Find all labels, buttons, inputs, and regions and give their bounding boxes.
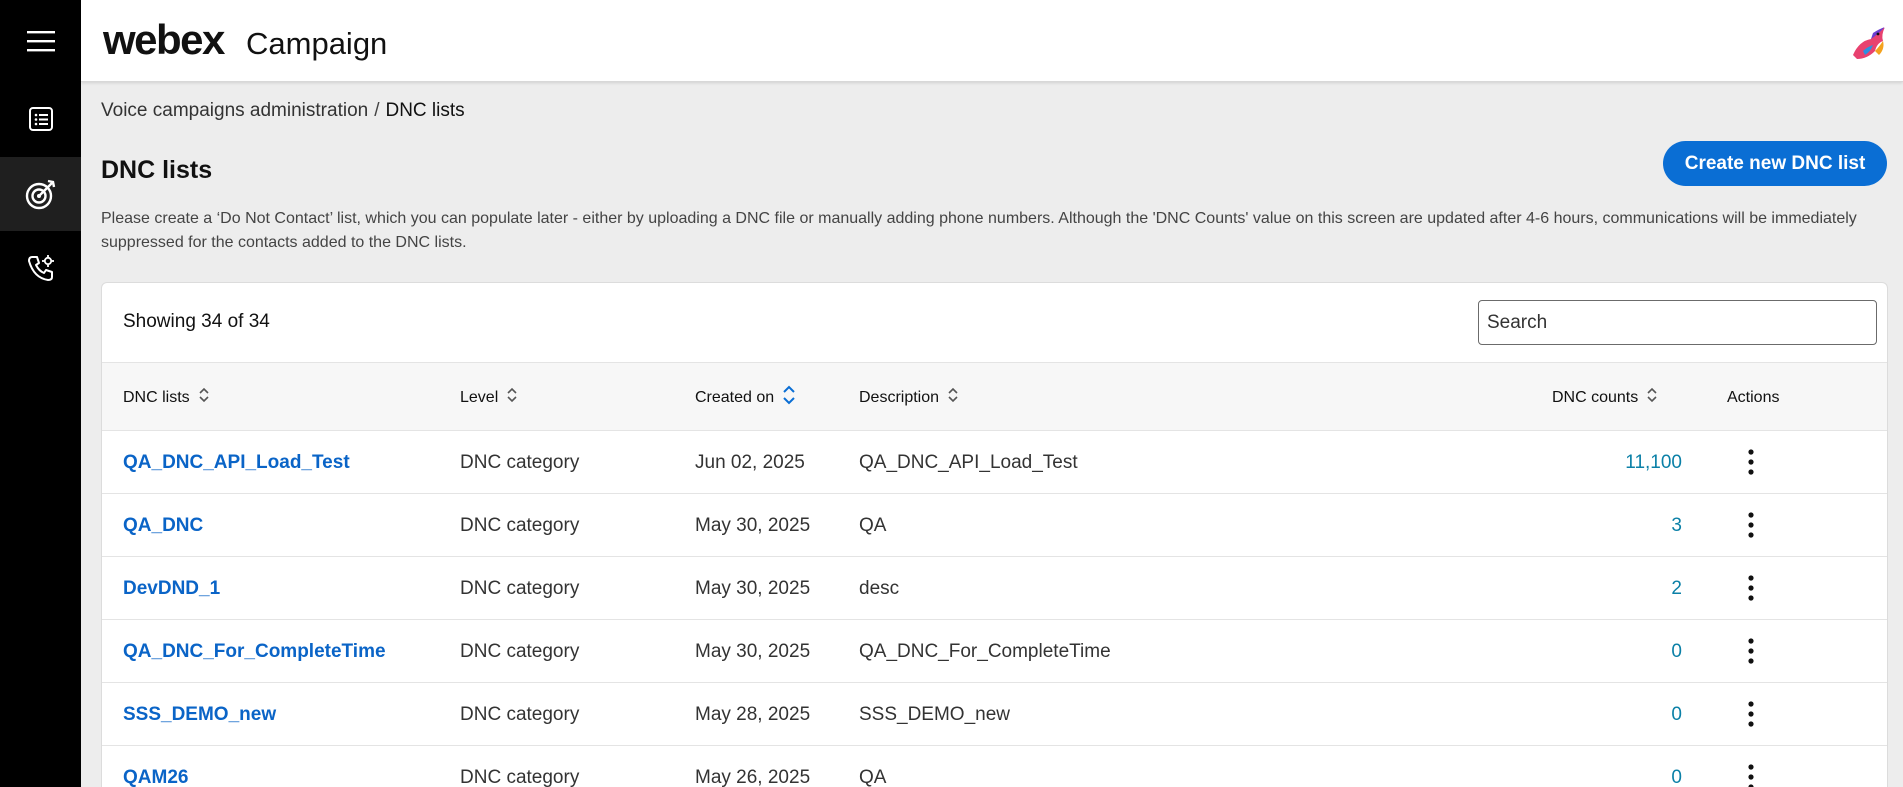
column-header-label: Description xyxy=(859,388,940,406)
sidebar-item-voice-settings[interactable] xyxy=(0,231,81,305)
table-header: DNC lists Level Created on Description D… xyxy=(102,362,1887,431)
breadcrumb-parent-link[interactable]: Voice campaigns administration xyxy=(101,100,368,121)
sidebar xyxy=(0,0,81,787)
showing-count: Showing 34 of 34 xyxy=(123,311,270,332)
column-header-dnc-counts[interactable]: DNC counts xyxy=(1552,363,1658,432)
kebab-menu-icon xyxy=(1748,638,1754,664)
top-header: webex Campaign xyxy=(81,0,1903,82)
webex-logo: webex xyxy=(103,16,225,63)
table-row: DevDND_1 DNC category May 30, 2025 desc … xyxy=(102,557,1887,620)
kebab-menu-icon xyxy=(1748,512,1754,538)
target-icon xyxy=(25,179,55,210)
column-header-label: Created on xyxy=(695,388,775,406)
page-title: DNC lists xyxy=(101,156,213,184)
dnc-list-name-link[interactable]: QAM26 xyxy=(123,746,188,787)
dnc-count-link[interactable]: 3 xyxy=(1552,494,1682,557)
dnc-count-link[interactable]: 2 xyxy=(1552,557,1682,620)
sidebar-item-campaigns[interactable] xyxy=(0,157,81,231)
created-on-cell: May 30, 2025 xyxy=(695,640,811,662)
dnc-list-name-link[interactable]: QA_DNC_For_CompleteTime xyxy=(123,620,386,683)
avatar[interactable] xyxy=(1845,21,1891,67)
sort-icon xyxy=(506,386,518,409)
created-on-cell: Jun 02, 2025 xyxy=(695,451,805,473)
table-row: QA_DNC_API_Load_Test DNC category Jun 02… xyxy=(102,431,1887,494)
sort-active-icon xyxy=(782,384,796,411)
menu-button[interactable] xyxy=(0,4,81,78)
level-cell: DNC category xyxy=(460,640,580,662)
created-on-cell: May 30, 2025 xyxy=(695,577,811,599)
breadcrumb-separator: / xyxy=(374,100,380,121)
column-header-level[interactable]: Level xyxy=(460,363,518,432)
kebab-menu-icon xyxy=(1748,449,1754,475)
description-cell: SSS_DEMO_new xyxy=(859,703,1011,725)
more-actions-button[interactable] xyxy=(1738,446,1764,478)
breadcrumb: Voice campaigns administration / DNC lists xyxy=(101,100,465,122)
dnc-count-link[interactable]: 0 xyxy=(1552,620,1682,683)
dnc-count-link[interactable]: 0 xyxy=(1552,683,1682,746)
dnc-count-link[interactable]: 11,100 xyxy=(1552,431,1682,494)
dnc-list-name-link[interactable]: DevDND_1 xyxy=(123,557,220,620)
more-actions-button[interactable] xyxy=(1738,572,1764,604)
search-input[interactable] xyxy=(1478,300,1877,345)
table-row: QAM26 DNC category May 26, 2025 QA 0 xyxy=(102,746,1887,787)
description-cell: desc xyxy=(859,577,900,599)
level-cell: DNC category xyxy=(460,766,580,787)
dnc-list-name-link[interactable]: QA_DNC_API_Load_Test xyxy=(123,431,350,494)
product-name: Campaign xyxy=(246,26,388,61)
sidebar-item-lists[interactable] xyxy=(0,82,81,156)
column-header-actions: Actions xyxy=(1727,363,1779,432)
list-document-icon xyxy=(28,107,53,131)
column-header-description[interactable]: Description xyxy=(859,363,959,432)
column-header-label: DNC counts xyxy=(1552,388,1639,406)
kebab-menu-icon xyxy=(1748,764,1754,787)
column-header-label: DNC lists xyxy=(123,388,190,406)
description-cell: QA_DNC_For_CompleteTime xyxy=(859,640,1111,662)
description-cell: QA xyxy=(859,514,887,536)
level-cell: DNC category xyxy=(460,577,580,599)
level-cell: DNC category xyxy=(460,514,580,536)
description-cell: QA xyxy=(859,766,887,787)
kebab-menu-icon xyxy=(1748,701,1754,727)
kebab-menu-icon xyxy=(1748,575,1754,601)
page-description: Please create a ‘Do Not Contact’ list, w… xyxy=(101,210,1857,251)
created-on-cell: May 26, 2025 xyxy=(695,766,811,787)
dnc-count-link[interactable]: 0 xyxy=(1552,746,1682,787)
sort-icon xyxy=(198,386,210,409)
dnc-list-name-link[interactable]: QA_DNC xyxy=(123,494,203,557)
create-dnc-list-button[interactable]: Create new DNC list xyxy=(1663,141,1887,186)
column-header-created-on[interactable]: Created on xyxy=(695,363,796,432)
more-actions-button[interactable] xyxy=(1738,698,1764,730)
description-cell: QA_DNC_API_Load_Test xyxy=(859,451,1078,473)
column-header-label: Level xyxy=(460,388,499,406)
sort-icon xyxy=(947,386,959,409)
more-actions-button[interactable] xyxy=(1738,635,1764,667)
breadcrumb-current: DNC lists xyxy=(385,100,465,121)
column-header-dnc-lists[interactable]: DNC lists xyxy=(123,363,210,432)
column-header-label: Actions xyxy=(1727,388,1780,406)
more-actions-button[interactable] xyxy=(1738,509,1764,541)
table-row: QA_DNC DNC category May 30, 2025 QA 3 xyxy=(102,494,1887,557)
table-row: QA_DNC_For_CompleteTime DNC category May… xyxy=(102,620,1887,683)
sort-icon xyxy=(1646,386,1658,409)
bird-avatar-icon xyxy=(1853,27,1885,59)
created-on-cell: May 30, 2025 xyxy=(695,514,811,536)
more-actions-button[interactable] xyxy=(1738,761,1764,787)
dnc-list-name-link[interactable]: SSS_DEMO_new xyxy=(123,683,276,746)
table-row: SSS_DEMO_new DNC category May 28, 2025 S… xyxy=(102,683,1887,746)
level-cell: DNC category xyxy=(460,703,580,725)
hamburger-menu-icon xyxy=(26,31,55,52)
dnc-lists-table-card: Showing 34 of 34 DNC lists Level Created… xyxy=(101,282,1888,787)
level-cell: DNC category xyxy=(460,451,580,473)
created-on-cell: May 28, 2025 xyxy=(695,703,811,725)
phone-settings-icon xyxy=(27,255,54,281)
